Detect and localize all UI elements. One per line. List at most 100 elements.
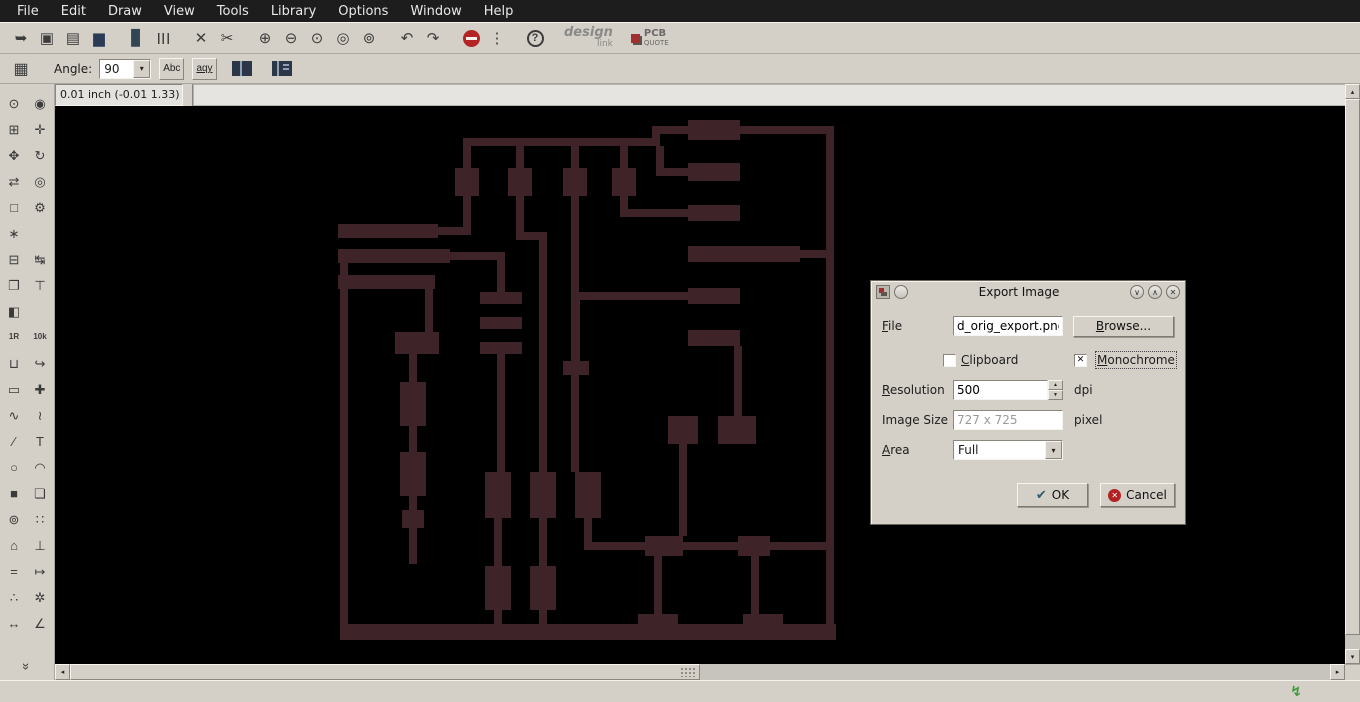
snap-dots-button[interactable]: ⋮ xyxy=(484,25,510,51)
rectangle-tool-button[interactable]: □ xyxy=(1,194,27,220)
snap-target-button[interactable]: ◎ xyxy=(27,168,53,194)
print-button[interactable]: ▤ xyxy=(60,25,86,51)
text-abc-button[interactable]: Abc xyxy=(159,57,185,80)
clipboard-checkbox[interactable] xyxy=(943,353,956,367)
zoom-out-button[interactable]: ⊖ xyxy=(278,25,304,51)
route-curve-button[interactable]: ↪ xyxy=(27,350,53,376)
lock-button[interactable]: ◧ xyxy=(1,298,27,324)
export-design-button[interactable]: ➥ xyxy=(8,25,34,51)
angle-combobox[interactable]: 90 ▾ xyxy=(99,58,152,79)
line-tool-button[interactable]: ∕ xyxy=(1,428,27,454)
roll-up-button[interactable]: ∧ xyxy=(1148,285,1162,299)
filled-shape-button[interactable]: ■ xyxy=(1,480,27,506)
interaction-bar-toggle-button[interactable] xyxy=(227,57,257,81)
inspect-button[interactable]: ⊙ xyxy=(1,90,27,116)
window-menu-button[interactable] xyxy=(894,285,908,299)
delete-button[interactable]: ⊟ xyxy=(1,246,27,272)
ground-button[interactable]: ⊥ xyxy=(27,532,53,558)
text-style-button[interactable]: aqy xyxy=(192,57,217,80)
menu-view[interactable]: View xyxy=(153,2,206,21)
dot-tool-button[interactable]: ∗ xyxy=(1,220,27,246)
horizontal-scrollbar[interactable]: ◂ ▸ xyxy=(55,664,1345,680)
plot-preview-button[interactable]: ▆ xyxy=(86,25,112,51)
origin-button[interactable]: ✛ xyxy=(27,116,53,142)
zoom-in-button[interactable]: ⊕ xyxy=(252,25,278,51)
resolution-input[interactable] xyxy=(953,380,1048,400)
inductor-button[interactable]: ∿ xyxy=(1,402,27,428)
cancel-button[interactable]: ✕ Cancel xyxy=(1100,483,1175,507)
undo-button[interactable]: ↶ xyxy=(394,25,420,51)
scroll-up-button[interactable]: ▴ xyxy=(1345,84,1360,99)
menu-options[interactable]: Options xyxy=(327,2,399,21)
scatter-button[interactable]: ∴ xyxy=(1,584,27,610)
freehand-button[interactable]: ≀ xyxy=(27,402,53,428)
copy-button[interactable]: ❐ xyxy=(1,272,27,298)
save-button[interactable]: ▣ xyxy=(34,25,60,51)
close-design-button[interactable]: ✕ xyxy=(188,25,214,51)
move-button[interactable]: ✥ xyxy=(1,142,27,168)
layer-stack-button[interactable]: ⊞ xyxy=(1,116,27,142)
no-entry-button[interactable] xyxy=(458,25,484,51)
rotate-button[interactable]: ↻ xyxy=(27,142,53,168)
measure-button[interactable]: ↔ xyxy=(1,610,27,636)
menu-help[interactable]: Help xyxy=(473,2,525,21)
mirror-button[interactable]: ⇄ xyxy=(1,168,27,194)
zoom-board-button[interactable]: ⊚ xyxy=(356,25,382,51)
resistor-1r-button[interactable]: 1R xyxy=(1,324,27,350)
menu-draw[interactable]: Draw xyxy=(97,2,153,21)
eye-button[interactable]: ◉ xyxy=(27,90,53,116)
ok-button[interactable]: ✔ OK xyxy=(1017,483,1088,507)
add-node-button[interactable]: ✚ xyxy=(27,376,53,402)
horizontal-scroll-trough[interactable] xyxy=(700,664,1330,680)
browse-button[interactable]: Browse... xyxy=(1073,315,1174,337)
zoom-all-button[interactable]: ◎ xyxy=(330,25,356,51)
via-array-button[interactable]: ∷ xyxy=(27,506,53,532)
redo-button[interactable]: ↷ xyxy=(420,25,446,51)
auto-route-button[interactable]: ✲ xyxy=(27,584,53,610)
footprint-button[interactable]: ⊔ xyxy=(1,350,27,376)
menu-library[interactable]: Library xyxy=(260,2,327,21)
align-button[interactable]: = xyxy=(1,558,27,584)
menu-file[interactable]: File xyxy=(6,2,50,21)
menu-window[interactable]: Window xyxy=(399,2,472,21)
close-button[interactable]: ✕ xyxy=(1166,285,1180,299)
spin-down-button[interactable]: ▼ xyxy=(1048,390,1063,400)
resistor-10k-button[interactable]: 10k xyxy=(27,324,53,350)
component-button[interactable]: ▊ xyxy=(124,25,150,51)
roll-down-button[interactable]: ∨ xyxy=(1130,285,1144,299)
plane-button[interactable]: ▭ xyxy=(1,376,27,402)
library-button[interactable]: ☰ xyxy=(150,25,176,51)
angle-tool-button[interactable]: ∠ xyxy=(27,610,53,636)
area-combobox[interactable]: Full ▾ xyxy=(953,440,1063,460)
vertical-scroll-trough[interactable] xyxy=(1345,635,1360,649)
help-button[interactable]: ? xyxy=(522,25,548,51)
more-tools-button[interactable]: » xyxy=(19,663,34,670)
scroll-left-button[interactable]: ◂ xyxy=(55,664,70,680)
monochrome-checkbox[interactable]: ✕ xyxy=(1074,353,1087,367)
horizontal-scroll-thumb[interactable] xyxy=(70,664,700,680)
spin-up-button[interactable]: ▲ xyxy=(1048,380,1063,390)
vertical-scrollbar[interactable]: ▴ ▾ xyxy=(1345,84,1360,680)
grid-toggle-button[interactable]: ▦ xyxy=(8,57,34,81)
settings-wrench-button[interactable]: ⚙ xyxy=(27,194,53,220)
menu-tools[interactable]: Tools xyxy=(206,2,260,21)
circle-tool-button[interactable]: ○ xyxy=(1,454,27,480)
file-input[interactable] xyxy=(953,316,1063,336)
dialog-titlebar[interactable]: Export Image ∨ ∧ ✕ xyxy=(871,281,1185,303)
zoom-view-button[interactable]: ⊙ xyxy=(304,25,330,51)
donut-pad-button[interactable]: ⊚ xyxy=(1,506,27,532)
scroll-down-button[interactable]: ▾ xyxy=(1345,649,1360,664)
cut-button[interactable]: ✂ xyxy=(214,25,240,51)
angle-dropdown-icon[interactable]: ▾ xyxy=(133,59,151,78)
sheet-button[interactable]: ❏ xyxy=(27,480,53,506)
menu-edit[interactable]: Edit xyxy=(50,2,97,21)
board-outline-button[interactable]: ⌂ xyxy=(1,532,27,558)
arc-tool-button[interactable]: ◠ xyxy=(27,454,53,480)
scroll-right-button[interactable]: ▸ xyxy=(1330,664,1345,680)
goodies-bar-toggle-button[interactable] xyxy=(267,57,297,81)
text-tool-button[interactable]: T xyxy=(27,428,53,454)
goto-button[interactable]: ↦ xyxy=(27,558,53,584)
swap-button[interactable]: ↹ xyxy=(27,246,53,272)
area-dropdown-icon[interactable]: ▾ xyxy=(1045,441,1062,459)
pin-button[interactable]: ⊤ xyxy=(27,272,53,298)
